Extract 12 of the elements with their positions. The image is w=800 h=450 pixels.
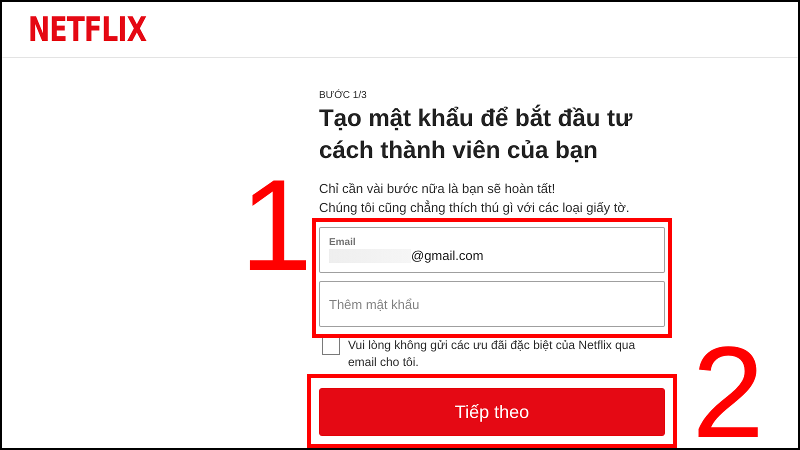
subtitle-line: Chỉ cần vài bước nữa là bạn sẽ hoàn tất! — [319, 180, 556, 198]
netflix-logo[interactable]: NETFLIX — [28, 10, 146, 50]
step-number: 2 — [692, 327, 764, 448]
subtitle-line: Chúng tôi cũng chẳng thích thú gì với các loại giấy tờ. — [319, 199, 630, 217]
email-field[interactable]: Email @gmail.com — [319, 227, 665, 273]
checkbox-label[interactable]: Vui lòng không gửi các ưu đãi đặc biệt của Netflix qua email cho tôi. — [348, 337, 665, 371]
step-label: BƯỚC 1/3 — [319, 90, 368, 101]
password-field[interactable]: Thêm mật khẩu — [319, 281, 665, 327]
page-title: Tạo mật khẩu để bắt đầu tư cách thành viên của bạn — [319, 104, 634, 166]
checkbox[interactable] — [322, 337, 340, 355]
next-button[interactable]: Tiếp theo — [319, 388, 665, 436]
step-number: 1 — [240, 160, 312, 290]
